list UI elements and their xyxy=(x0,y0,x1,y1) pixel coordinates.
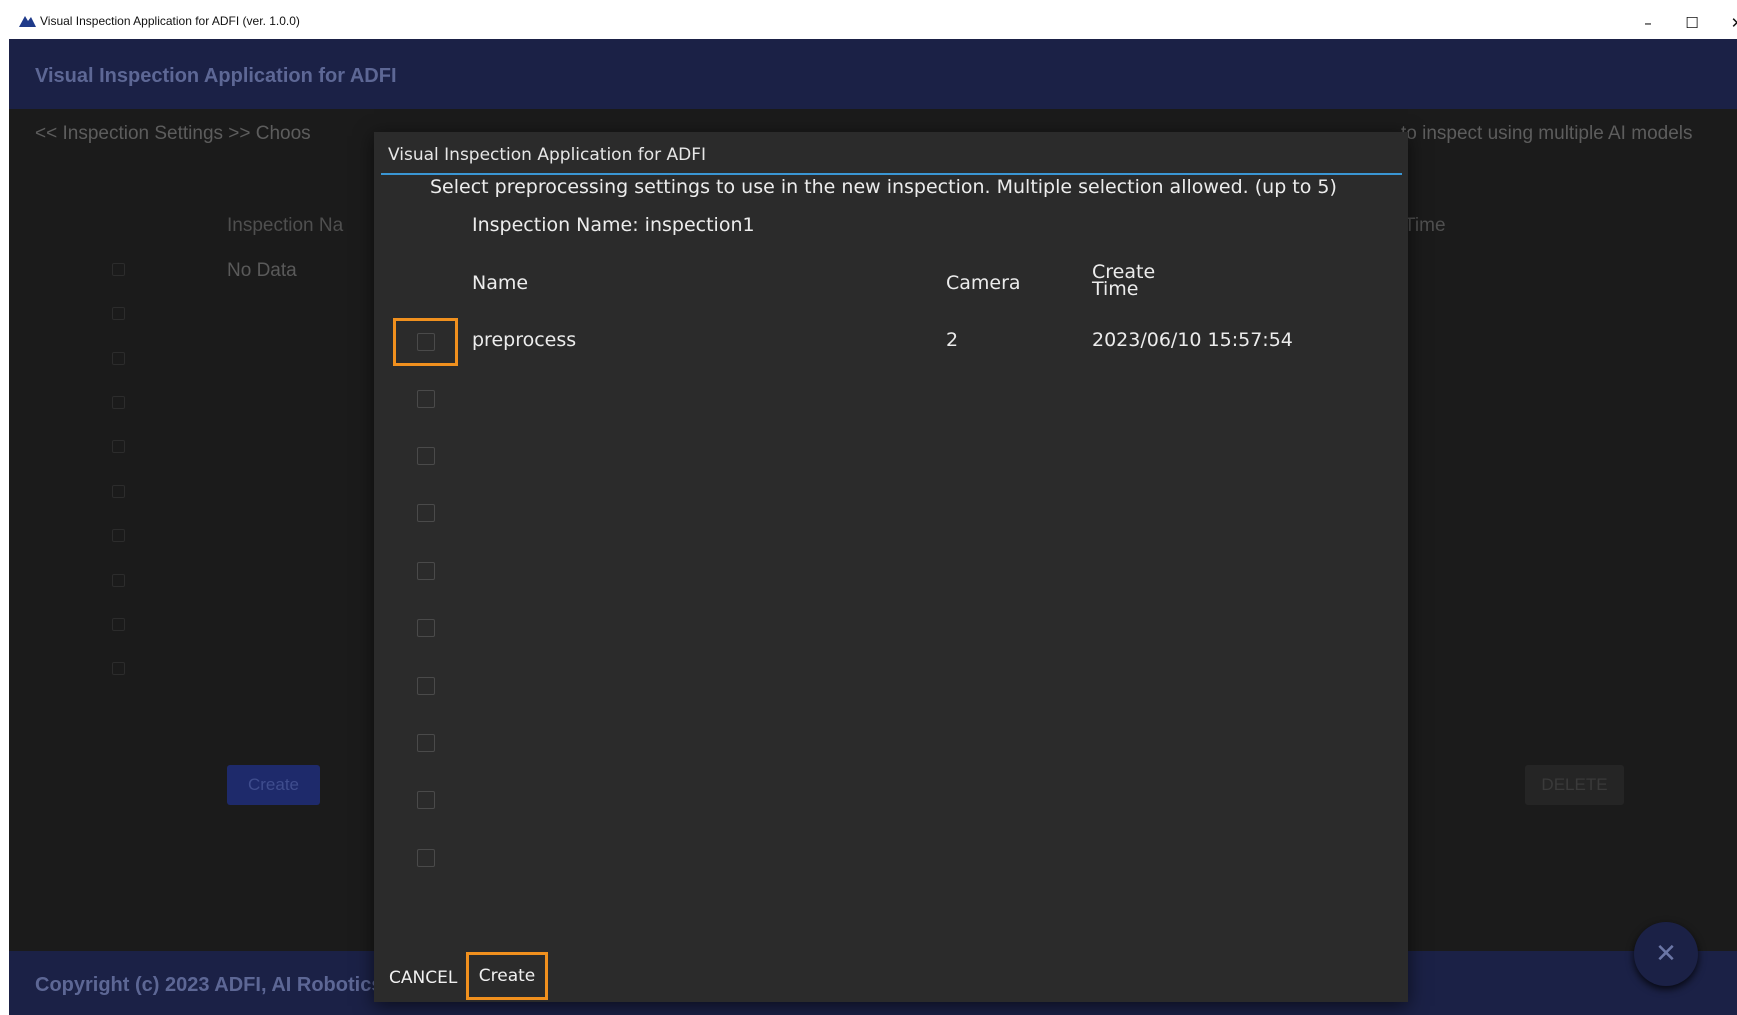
dialog-title: Visual Inspection Application for ADFI xyxy=(388,145,707,165)
create-button[interactable]: Create xyxy=(466,952,548,1000)
minimize-button[interactable]: – xyxy=(1625,10,1671,36)
row-checkbox[interactable] xyxy=(417,333,435,351)
empty-row-checkbox[interactable] xyxy=(417,849,435,867)
column-header-name: Name xyxy=(472,272,529,294)
close-button[interactable]: ✕ xyxy=(1714,10,1737,36)
row-create-time-cell: 2023/06/10 15:57:54 xyxy=(1092,329,1293,351)
empty-row-checkbox[interactable] xyxy=(417,791,435,809)
background-row-checkbox xyxy=(112,263,125,276)
background-row-checkbox xyxy=(112,396,125,409)
column-header-camera: Camera xyxy=(946,272,1021,294)
dialog-title-divider xyxy=(381,173,1402,175)
breadcrumb-hint: to inspect using multiple AI models xyxy=(1401,123,1693,144)
empty-row-checkbox[interactable] xyxy=(417,734,435,752)
column-header-create-time: Create Time xyxy=(1092,261,1156,300)
inspection-name-label: Inspection Name: inspection1 xyxy=(472,214,755,236)
app-header-title: Visual Inspection Application for ADFI xyxy=(35,65,397,87)
empty-row-checkbox[interactable] xyxy=(417,677,435,695)
dialog-instruction: Select preprocessing settings to use in … xyxy=(430,176,1337,198)
app-logo-icon xyxy=(19,16,36,27)
background-column-time: Time xyxy=(1404,215,1446,236)
window-title: Visual Inspection Application for ADFI (… xyxy=(40,14,300,28)
background-row-checkbox xyxy=(112,574,125,587)
screen: Visual Inspection Application for ADFI (… xyxy=(0,0,1737,1015)
app-window: Visual Inspection Application for ADFI <… xyxy=(9,39,1737,1015)
background-row-checkbox xyxy=(112,440,125,453)
background-delete-button: DELETE xyxy=(1525,765,1624,805)
background-row-checkbox xyxy=(112,662,125,675)
row-name-cell: preprocess xyxy=(472,329,577,351)
cancel-button[interactable]: CANCEL xyxy=(389,968,457,988)
window-titlebar[interactable]: Visual Inspection Application for ADFI (… xyxy=(9,6,1737,39)
empty-row-checkbox[interactable] xyxy=(417,390,435,408)
background-row-checkbox xyxy=(112,352,125,365)
empty-row-checkbox[interactable] xyxy=(417,562,435,580)
background-create-button: Create xyxy=(227,765,320,805)
background-column-inspection-name: Inspection Na xyxy=(227,215,344,236)
breadcrumb: << Inspection Settings >> Choos xyxy=(35,123,311,144)
row-camera-cell: 2 xyxy=(946,329,959,351)
preprocess-select-dialog: Visual Inspection Application for ADFI S… xyxy=(374,132,1408,1002)
app-header: Visual Inspection Application for ADFI xyxy=(9,39,1737,109)
empty-row-checkbox[interactable] xyxy=(417,447,435,465)
close-fab-button[interactable]: ✕ xyxy=(1634,922,1698,986)
maximize-button[interactable]: ☐ xyxy=(1669,10,1715,36)
background-row-checkbox xyxy=(112,529,125,542)
background-row-checkbox xyxy=(112,485,125,498)
empty-row-checkbox[interactable] xyxy=(417,619,435,637)
empty-row-checkbox[interactable] xyxy=(417,504,435,522)
background-no-data: No Data xyxy=(227,260,297,281)
background-row-checkbox xyxy=(112,307,125,320)
background-row-checkbox xyxy=(112,618,125,631)
